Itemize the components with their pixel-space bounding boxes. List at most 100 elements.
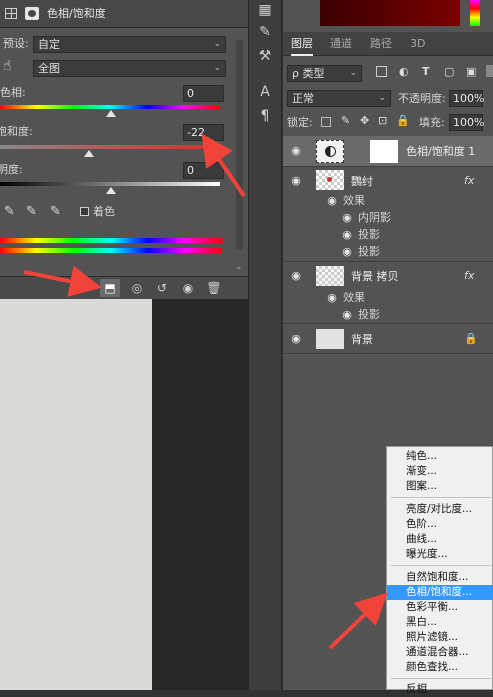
swatches-icon[interactable]: ▦ [254,0,276,20]
preset-select[interactable]: 自定 ⌄ [33,36,226,53]
drop-shadow-label[interactable]: 投影 [358,228,380,242]
eye-icon[interactable]: ◉ [289,269,303,283]
brush-icon[interactable]: ✎ [254,22,276,42]
menu-item-brightness-contrast[interactable]: 亮度/对比度... [387,502,493,517]
saturation-slider-track[interactable] [0,145,220,149]
eye-icon[interactable]: ◉ [325,194,339,208]
menu-item-black-white[interactable]: 黑白... [387,615,493,630]
adjust-icon[interactable]: ⚒ [254,46,276,66]
filter-smart-icon[interactable]: ▣ [466,65,476,79]
text-tool-icon[interactable]: A [254,82,276,102]
filter-shape-icon[interactable]: ▢ [444,65,454,79]
hue-input[interactable]: 0 [183,85,224,102]
menu-item-hue-saturation[interactable]: 色相/饱和度... [387,585,493,600]
tab-layers[interactable]: 图层 [291,32,313,56]
eye-icon[interactable]: ◉ [325,291,339,305]
fx-badge[interactable]: fx [464,174,474,188]
lock-paint-icon[interactable]: ✎ [341,114,350,128]
eyedropper-minus-icon[interactable]: ✎ [50,204,61,219]
menu-separator [391,678,491,679]
layer-mask-thumb[interactable] [370,140,398,163]
layer-name[interactable]: 鸚纣 [351,175,373,189]
fx-badge[interactable]: fx [464,269,474,283]
menu-item-photo-filter[interactable]: 照片滤镜... [387,630,493,645]
lock-artboard-icon[interactable]: ⊡ [378,114,387,128]
menu-item-gradient[interactable]: 渐变... [387,464,493,479]
menu-item-color-lookup[interactable]: 颜色查找... [387,660,493,675]
inner-shadow-label[interactable]: 内阴影 [358,211,391,225]
lock-move-icon[interactable]: ✥ [360,114,369,128]
saturation-slider-thumb[interactable] [84,150,94,157]
blend-mode-select[interactable]: 正常 ⌄ [287,90,391,107]
menu-item-exposure[interactable]: 曝光度... [387,547,493,562]
channel-select[interactable]: 全图 ⌄ [33,60,226,77]
saturation-input[interactable]: -22 [183,124,224,141]
layer-name[interactable]: 背景 [351,333,373,347]
trash-icon[interactable]: 🗑 [204,279,224,297]
filter-adjust-icon[interactable]: ◐ [399,65,409,79]
lightness-input[interactable]: 0 [183,162,224,179]
eyedropper-plus-icon[interactable]: ✎ [26,204,37,219]
layer-filter-select[interactable]: ρ 类型 ⌄ [287,65,362,82]
layer-name[interactable]: 背景 拷贝 [351,270,399,284]
document-canvas[interactable] [0,299,152,690]
visibility-icon[interactable]: ◉ [178,279,198,297]
eye-icon[interactable]: ◉ [289,174,303,188]
tab-channels[interactable]: 通道 [330,32,352,56]
layer-thumb [316,266,344,286]
scroll-down-icon[interactable]: ⌄ [235,262,243,272]
eye-icon[interactable]: ◉ [289,332,303,346]
layer-row-background[interactable]: ◉ 背景 🔒 [283,324,493,354]
menu-item-color-balance[interactable]: 色彩平衡... [387,600,493,615]
eye-icon[interactable]: ◉ [340,245,354,259]
layer-row-copy[interactable]: ◉ 背景 拷贝 fx ◉ 效果 ◉ 投影 [283,262,493,324]
reset-icon[interactable]: ↺ [152,279,172,297]
layer-row-text[interactable]: ◉ 鸚纣 fx ◉ 效果 ◉ 内阴影 ◉ 投影 ◉ 投影 [283,167,493,262]
menu-item-curves[interactable]: 曲线... [387,532,493,547]
drop-shadow-label[interactable]: 投影 [358,308,380,322]
drop-shadow-label[interactable]: 投影 [358,245,380,259]
filter-pixel-icon[interactable] [376,66,387,77]
eyedropper-icon[interactable]: ✎ [4,204,15,219]
colorize-checkbox[interactable] [80,207,89,216]
paragraph-icon[interactable]: ¶ [254,106,276,126]
properties-footer: ⬒ ◎ ↺ ◉ 🗑 [0,276,248,299]
hue-slider-track[interactable] [0,105,220,109]
fill-input[interactable]: 100% [449,114,484,131]
opacity-label: 不透明度: [398,92,446,105]
mask-icon[interactable] [25,7,39,20]
eye-icon[interactable]: ◉ [340,211,354,225]
eye-icon[interactable]: ◉ [289,144,303,158]
view-previous-icon[interactable]: ◎ [127,279,147,297]
colorize-label: 着色 [93,205,115,218]
color-picker-spectrum[interactable] [470,0,480,26]
tab-3d[interactable]: 3D [410,32,425,56]
filter-toggle[interactable] [486,65,493,77]
menu-item-levels[interactable]: 色阶... [387,517,493,532]
layer-row-adjustment[interactable]: ◉ 色相/饱和度 1 [283,136,493,167]
menu-item-vibrance[interactable]: 自然饱和度... [387,570,493,585]
color-picker-field[interactable] [320,0,460,26]
effects-label: 效果 [343,291,365,304]
menu-item-channel-mixer[interactable]: 通道混合器... [387,645,493,660]
layer-thumb [316,170,344,190]
layer-name[interactable]: 色相/饱和度 1 [406,145,475,159]
filter-type-icon[interactable]: T [422,65,430,79]
opacity-input[interactable]: 100% [449,90,484,107]
panel-scrollbar[interactable] [236,40,243,250]
lock-all-icon[interactable]: 🔒 [396,114,410,128]
lightness-slider-track[interactable] [0,182,220,186]
menu-item-solid-color[interactable]: 纯色... [387,449,493,464]
eye-icon[interactable]: ◉ [340,228,354,242]
tab-paths[interactable]: 路径 [370,32,392,56]
hue-label: 色相: [0,86,26,99]
lightness-slider-thumb[interactable] [106,187,116,194]
clip-to-layer-button[interactable]: ⬒ [100,279,120,297]
properties-header: 色相/饱和度 [0,0,248,28]
hand-target-icon[interactable]: ☝ [3,58,12,74]
hue-slider-thumb[interactable] [106,110,116,117]
fill-label: 填充: [419,116,445,129]
menu-item-pattern[interactable]: 图案... [387,479,493,494]
lock-transparent-icon[interactable] [321,117,331,127]
eye-icon[interactable]: ◉ [340,308,354,322]
